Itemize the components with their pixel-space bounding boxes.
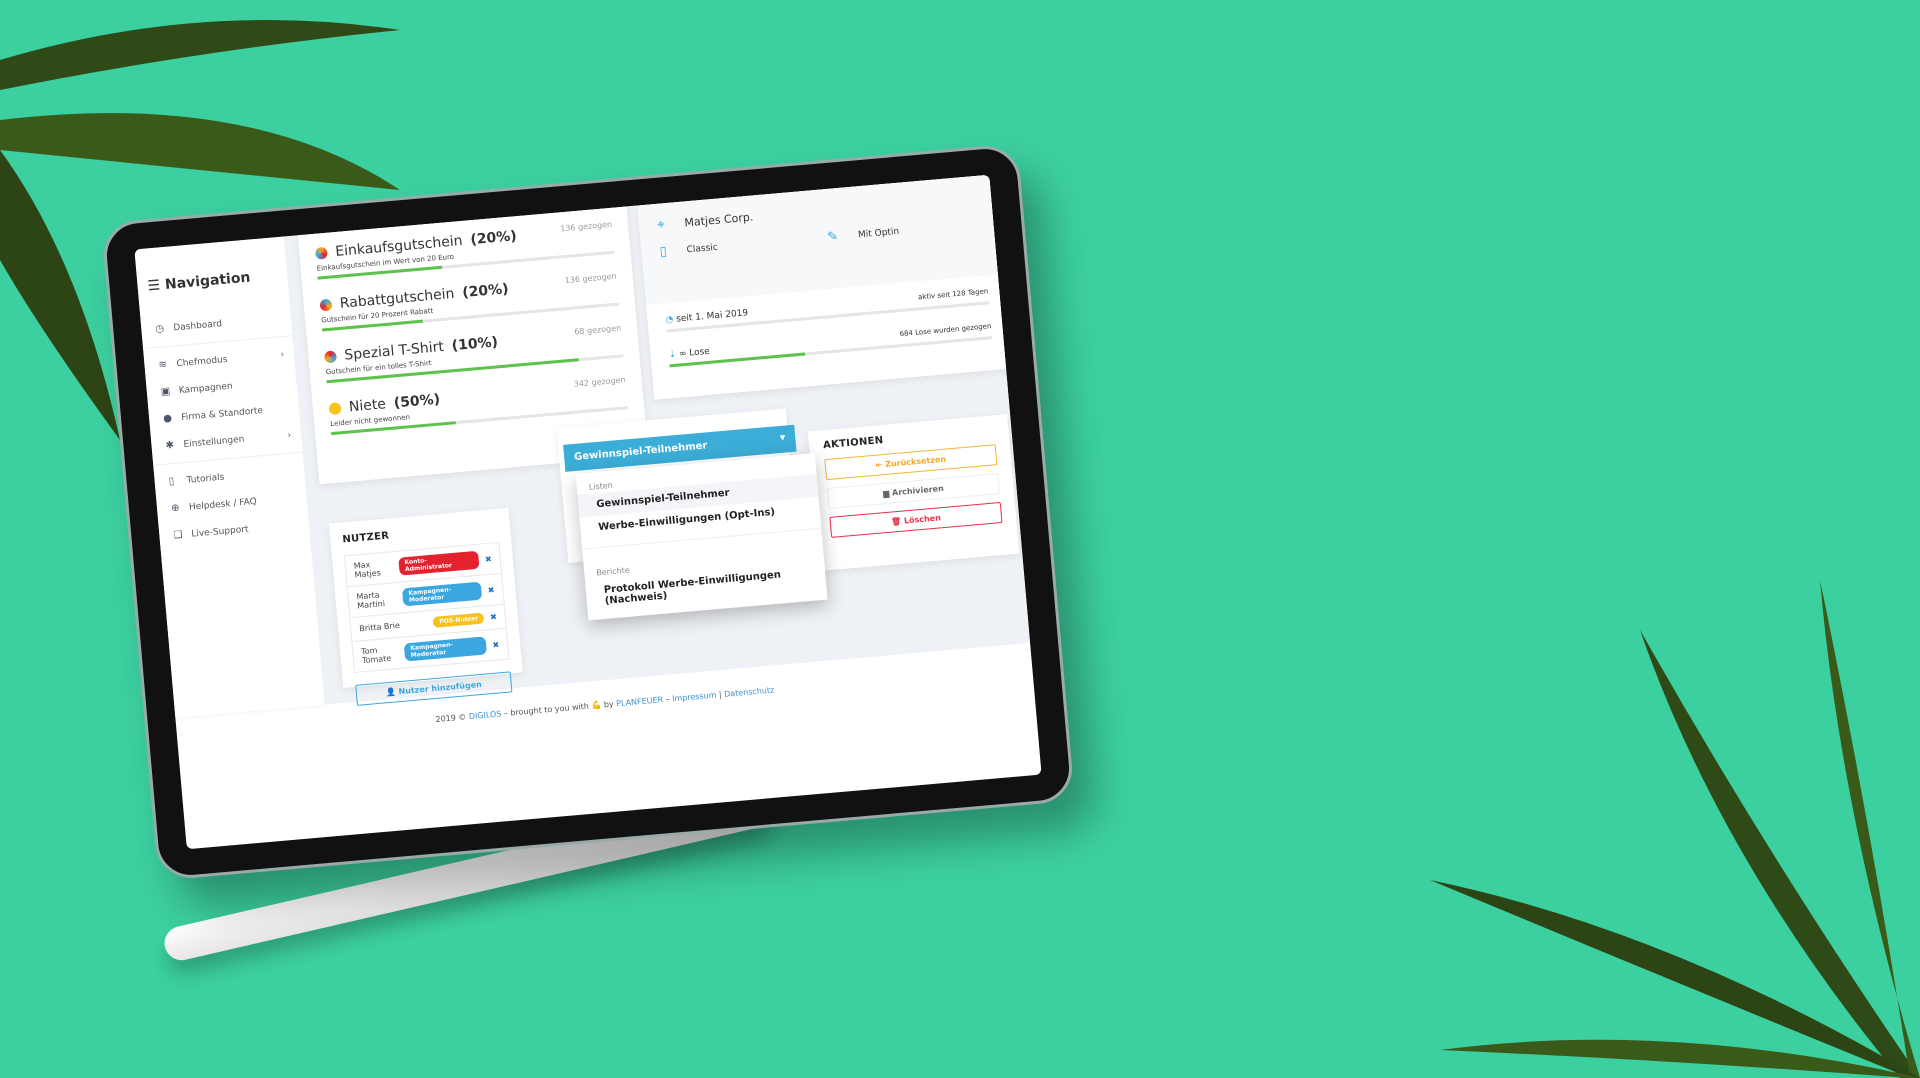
users-card: NUTZER Max Matjes Konto-Administrator ✖ Mar…	[329, 507, 523, 706]
user-name: Marta Martini	[356, 590, 386, 611]
clock-icon: ◔	[665, 314, 674, 326]
users-title: NUTZER	[342, 530, 390, 546]
bookmark-icon: ▯	[168, 475, 175, 488]
prize-icon	[314, 246, 328, 260]
label: Helpdesk / FAQ	[188, 496, 258, 513]
trash-icon: 🗑	[890, 516, 902, 527]
prize-icon	[319, 298, 333, 312]
lots-count: ∞ Lose	[678, 346, 711, 360]
chevron-right-icon: ›	[287, 430, 292, 441]
nav-title-text: Navigation	[164, 269, 252, 293]
company-name: Matjes Corp.	[683, 210, 754, 230]
prize-icon	[323, 350, 337, 364]
location-icon: ●	[162, 412, 173, 425]
campaign-info-card: ⌖ Matjes Corp. ▯ Classic ✎ Mit Optin ◔ seit…	[637, 174, 1014, 400]
campaign-type: Classic	[686, 242, 719, 255]
chevron-right-icon: ›	[280, 349, 285, 360]
prize-percentage: (50%)	[393, 391, 441, 412]
add-user-button[interactable]: 👤 Nutzer hinzufügen	[355, 671, 513, 706]
remove-user-icon[interactable]: ✖	[492, 640, 499, 650]
planfeuer-link[interactable]: PLANFEUER	[616, 695, 664, 708]
label: Live-Support	[190, 524, 249, 540]
tablet: ☰ Navigation ◷ Dashboard ≋ Chefmodus › ▣ Kam…	[100, 143, 1076, 881]
leaf-decoration	[1430, 580, 1920, 1078]
dashboard-icon: ◷	[154, 323, 165, 335]
caret-down-icon: ▼	[779, 433, 786, 442]
label: Nutzer hinzufügen	[398, 679, 483, 697]
label: Löschen	[903, 513, 942, 526]
label: Dashboard	[172, 318, 223, 333]
menu-icon[interactable]: ☰	[147, 277, 161, 294]
user-icon: 👤	[385, 687, 397, 698]
gear-icon: ✱	[165, 439, 175, 452]
remove-user-icon[interactable]: ✖	[485, 554, 492, 564]
edit-icon: ✎	[826, 229, 839, 246]
datenschutz-link[interactable]: Datenschutz	[724, 685, 775, 698]
prize-percentage: (20%)	[469, 228, 518, 249]
app-screen: ☰ Navigation ◷ Dashboard ≋ Chefmodus › ▣ Kam…	[134, 174, 1042, 850]
remove-user-icon[interactable]: ✖	[487, 585, 494, 595]
archive-icon: ▆	[882, 488, 890, 499]
prize-percentage: (10%)	[451, 334, 499, 355]
user-name: Britta Brie	[358, 620, 401, 634]
impressum-link[interactable]: Impressum	[672, 691, 717, 704]
label: Tutorials	[186, 472, 225, 486]
active-days: aktiv seit 128 Tagen	[917, 287, 989, 302]
label: Firma & Standorte	[180, 405, 264, 423]
role-badge: POS-Nutzer	[432, 612, 485, 628]
role-badge: Kampagnen-Moderator	[401, 581, 483, 607]
selected-value: Gewinnspiel-Teilnehmer	[573, 440, 708, 463]
delete-button[interactable]: 🗑 Löschen	[829, 501, 1003, 538]
label: Kampagnen	[178, 381, 234, 396]
database-icon: ≋	[158, 359, 168, 371]
label: Chefmodus	[176, 354, 228, 369]
actions-card: AKTIONEN ⇤ Zurücksetzen ▆ Archivieren 🗑 …	[807, 414, 1020, 572]
optin-status: Mit Optin	[857, 226, 900, 240]
location-pin-icon: ⌖	[656, 217, 666, 233]
start-date: seit 1. Mai 2019	[675, 308, 749, 325]
prize-icon	[328, 402, 342, 416]
exports-dropdown-menu: Listen Gewinnspiel-Teilnehmer Werbe-Einw…	[575, 453, 828, 621]
user-name: Tom Tomate	[360, 645, 392, 666]
footer-text: – brought to you with 💪 by	[500, 699, 617, 719]
copyright: 2019 ©	[435, 712, 470, 725]
reset-icon: ⇤	[875, 460, 883, 470]
lifebuoy-icon: ⊕	[170, 502, 180, 515]
chat-icon: ❏	[173, 529, 183, 542]
label: Archivieren	[891, 483, 945, 498]
calendar-icon: ▣	[160, 385, 171, 398]
role-badge: Konto-Administrator	[398, 550, 480, 576]
label: Einstellungen	[183, 434, 245, 450]
digilos-link[interactable]: DIGILOS	[468, 709, 501, 721]
prize-name: Niete	[348, 396, 387, 416]
label: Zurücksetzen	[884, 454, 947, 469]
remove-user-icon[interactable]: ✖	[490, 612, 497, 622]
user-name: Max Matjes	[353, 560, 382, 580]
prize-percentage: (20%)	[461, 281, 510, 302]
role-badge: Kampagnen-Moderator	[403, 636, 488, 662]
ticket-icon: ▯	[658, 244, 668, 260]
nav-title[interactable]: ☰ Navigation	[134, 236, 289, 317]
sort-icon: ⇣	[668, 349, 677, 361]
